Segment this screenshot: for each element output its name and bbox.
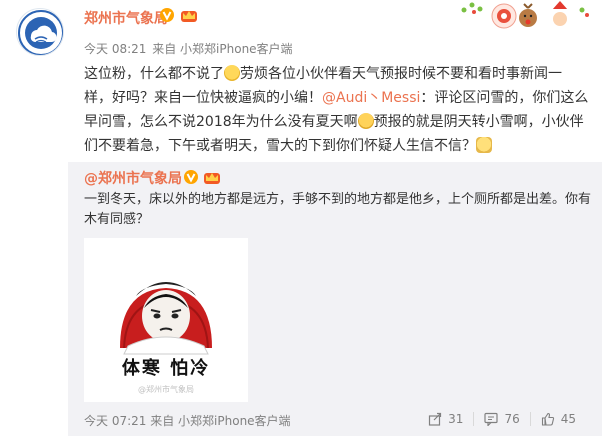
weibo-post: 郑州市气象局 今天 08:21 来自 小郑郑iPhone客户端 这位粉，什么都不… (0, 0, 602, 436)
image-caption: 体寒 怕冷 (121, 358, 211, 379)
annoyed-emoji-icon (476, 137, 492, 153)
author-avatar[interactable] (16, 8, 64, 56)
comment-count: 76 (504, 412, 520, 426)
thumbs-up-icon (541, 412, 554, 426)
christmas-decoration-icon (461, 1, 589, 30)
post-meta: 今天 08:21 来自 小郑郑iPhone客户端 (84, 40, 293, 57)
repost-author[interactable]: @郑州市气象局 (84, 168, 182, 188)
repost-card: @郑州市气象局 一到冬天，床以外的地方都是远方，手够不到的地方都是他乡，上个厕所… (68, 162, 602, 436)
share-button[interactable]: 31 (418, 412, 473, 426)
post-text: 这位粉，什么都不说了 劳烦各位小伙伴看天气预报时候不要和看时事新闻一样，好吗？来自… (84, 62, 589, 158)
repost-text: 一到冬天，床以外的地方都是远方，手够不到的地方都是他乡，上个厕所都是出差。你有木… (84, 192, 592, 227)
post-text-part: 这位粉，什么都不说了 (84, 66, 224, 82)
repost-meta: 今天 07:21 来自 小郑郑iPhone客户端 (84, 412, 291, 429)
mention-link[interactable]: @Audi丶Messi (322, 90, 420, 106)
share-count: 31 (448, 412, 464, 426)
post-time[interactable]: 今天 08:21 (84, 40, 146, 57)
tired-emoji-icon (224, 65, 240, 81)
share-icon (429, 412, 442, 426)
repost-actions: 31 76 45 (418, 409, 586, 429)
member-crown-icon[interactable] (180, 7, 198, 23)
comment-button[interactable]: 76 (473, 412, 529, 426)
member-crown-icon[interactable] (203, 169, 221, 185)
author-name[interactable]: 郑州市气象局 (84, 8, 168, 28)
post-source[interactable]: 来自 小郑郑iPhone客户端 (152, 40, 292, 57)
crying-emoji-icon (357, 113, 374, 129)
verified-v-icon[interactable] (184, 170, 198, 184)
repost-image[interactable]: 体寒 怕冷 @郑州市气象局 (84, 238, 248, 402)
weather-bureau-logo-icon (18, 10, 63, 55)
verified-v-icon[interactable] (160, 8, 174, 22)
comment-icon (484, 412, 499, 426)
repost-source[interactable]: 来自 小郑郑iPhone客户端 (150, 414, 290, 428)
like-button[interactable]: 45 (529, 412, 586, 426)
repost-time[interactable]: 今天 07:21 (84, 414, 146, 428)
image-watermark: @郑州市气象局 (138, 385, 194, 394)
like-count: 45 (560, 412, 576, 426)
